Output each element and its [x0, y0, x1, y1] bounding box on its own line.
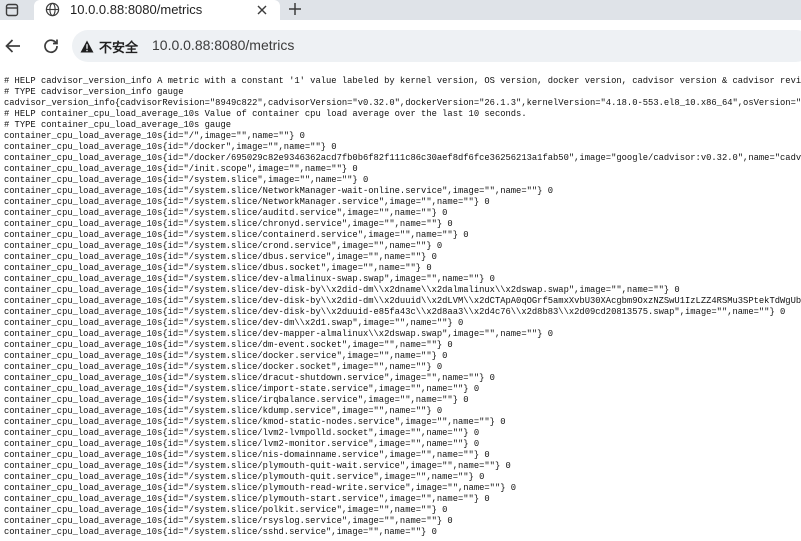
- tab-active[interactable]: 10.0.0.88:8080/metrics: [34, 0, 280, 20]
- metric-line: container_cpu_load_average_10s{id="/syst…: [4, 340, 453, 350]
- reload-icon[interactable]: [40, 35, 62, 57]
- security-indicator[interactable]: 不安全: [80, 37, 138, 55]
- metric-line: # HELP container_cpu_load_average_10s Va…: [4, 109, 527, 119]
- metric-line: container_cpu_load_average_10s{id="/syst…: [4, 461, 511, 471]
- metric-line: container_cpu_load_average_10s{id="/syst…: [4, 307, 786, 317]
- tab-actions-icon[interactable]: [4, 2, 20, 18]
- metric-line: container_cpu_load_average_10s{id="/syst…: [4, 483, 517, 493]
- metric-line: # TYPE cadvisor_version_info gauge: [4, 87, 184, 97]
- metric-line: container_cpu_load_average_10s{id="/syst…: [4, 505, 448, 515]
- metric-line: container_cpu_load_average_10s{id="/syst…: [4, 494, 490, 504]
- address-bar[interactable]: 不安全 10.0.0.88:8080/metrics: [72, 30, 801, 62]
- metric-line: container_cpu_load_average_10s{id="/syst…: [4, 296, 801, 306]
- globe-icon: [44, 1, 61, 18]
- metric-line: # TYPE container_cpu_load_average_10s ga…: [4, 120, 231, 130]
- page-content: # HELP cadvisor_version_info A metric wi…: [0, 71, 801, 541]
- metric-line: container_cpu_load_average_10s{id="/syst…: [4, 373, 495, 383]
- metric-line: container_cpu_load_average_10s{id="/syst…: [4, 230, 469, 240]
- metric-line: container_cpu_load_average_10s{id="/syst…: [4, 395, 469, 405]
- url-text[interactable]: 10.0.0.88:8080/metrics: [152, 37, 294, 53]
- close-tab-icon[interactable]: [254, 2, 270, 18]
- metric-line: container_cpu_load_average_10s{id="/syst…: [4, 417, 506, 427]
- metric-line: container_cpu_load_average_10s{id="/init…: [4, 164, 358, 174]
- metric-line: container_cpu_load_average_10s{id="/syst…: [4, 241, 443, 251]
- metric-line: container_cpu_load_average_10s{id="/syst…: [4, 252, 437, 262]
- security-label: 不安全: [99, 39, 139, 55]
- metric-line: container_cpu_load_average_10s{id="/syst…: [4, 263, 432, 273]
- metric-line: container_cpu_load_average_10s{id="/syst…: [4, 516, 453, 526]
- metric-line: container_cpu_load_average_10s{id="/syst…: [4, 362, 443, 372]
- metric-line: container_cpu_load_average_10s{id="/syst…: [4, 329, 554, 339]
- metric-line: container_cpu_load_average_10s{id="/dock…: [4, 142, 337, 152]
- metric-line: container_cpu_load_average_10s{id="/syst…: [4, 274, 495, 284]
- metric-line: container_cpu_load_average_10s{id="/syst…: [4, 384, 480, 394]
- new-tab-icon[interactable]: [286, 0, 304, 18]
- metrics-text: # HELP cadvisor_version_info A metric wi…: [0, 71, 801, 538]
- metric-line: container_cpu_load_average_10s{id="/syst…: [4, 186, 554, 196]
- metric-line: container_cpu_load_average_10s{id="/dock…: [4, 153, 801, 163]
- metric-line: container_cpu_load_average_10s{id="/syst…: [4, 450, 490, 460]
- metric-line: container_cpu_load_average_10s{id="/syst…: [4, 472, 485, 482]
- metric-line: container_cpu_load_average_10s{id="/syst…: [4, 428, 480, 438]
- metric-line: container_cpu_load_average_10s{id="/syst…: [4, 219, 453, 229]
- metric-line: container_cpu_load_average_10s{id="/",im…: [4, 131, 305, 141]
- tab-title: 10.0.0.88:8080/metrics: [70, 2, 203, 17]
- metric-line: container_cpu_load_average_10s{id="/syst…: [4, 208, 448, 218]
- metric-line: container_cpu_load_average_10s{id="/syst…: [4, 285, 680, 295]
- metric-line: container_cpu_load_average_10s{id="/syst…: [4, 318, 464, 328]
- metric-line: cadvisor_version_info{cadvisorRevision="…: [4, 98, 801, 108]
- back-arrow-icon[interactable]: [2, 35, 24, 57]
- metric-line: container_cpu_load_average_10s{id="/syst…: [4, 527, 437, 537]
- metric-line: container_cpu_load_average_10s{id="/syst…: [4, 351, 448, 361]
- metric-line: container_cpu_load_average_10s{id="/syst…: [4, 406, 443, 416]
- tab-strip: 10.0.0.88:8080/metrics: [0, 0, 801, 20]
- warning-icon: [80, 40, 94, 52]
- metric-line: # HELP cadvisor_version_info A metric wi…: [4, 76, 801, 86]
- metric-line: container_cpu_load_average_10s{id="/syst…: [4, 439, 480, 449]
- browser-toolbar: 不安全 10.0.0.88:8080/metrics: [0, 20, 801, 71]
- metric-line: container_cpu_load_average_10s{id="/syst…: [4, 197, 490, 207]
- metric-line: container_cpu_load_average_10s{id="/syst…: [4, 175, 369, 185]
